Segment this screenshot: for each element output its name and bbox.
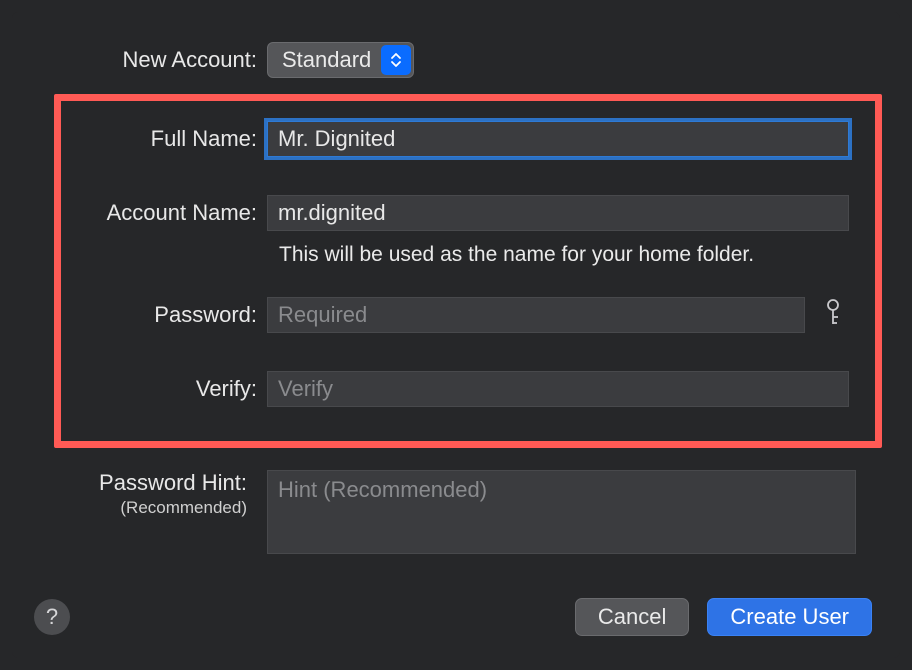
password-hint-label-wrap: Password Hint: (Recommended) [12,470,267,519]
password-label: Password: [61,302,267,328]
new-account-select[interactable]: Standard [267,42,414,78]
help-button[interactable]: ? [34,599,70,635]
new-account-select-wrap: Standard [267,42,414,78]
account-name-input[interactable] [267,195,849,231]
password-hint-row: Password Hint: (Recommended) [12,470,900,554]
account-name-helper: This will be used as the name for your h… [279,243,875,267]
password-input[interactable] [267,297,805,333]
full-name-label: Full Name: [61,126,267,152]
cancel-button[interactable]: Cancel [575,598,689,636]
full-name-input[interactable] [267,121,849,157]
password-hint-sublabel: (Recommended) [12,498,257,518]
password-hint-field-col [267,470,900,554]
verify-input[interactable] [267,371,849,407]
verify-row: Verify: [61,371,875,407]
dialog-footer: ? Cancel Create User [12,598,900,636]
password-row: Password: [61,297,875,333]
account-name-field-col [267,195,875,231]
password-hint-label: Password Hint: [12,470,257,496]
create-user-form: New Account: Standard Full Name: [12,12,900,554]
dialog-panel: New Account: Standard Full Name: [12,12,900,658]
key-icon[interactable] [823,298,843,332]
new-account-row: New Account: Standard [12,42,900,78]
account-name-row: Account Name: [61,195,875,231]
password-hint-input[interactable] [267,470,856,554]
new-account-field: Standard [267,42,900,78]
account-name-label: Account Name: [61,200,267,226]
create-user-button[interactable]: Create User [707,598,872,636]
verify-label: Verify: [61,376,267,402]
highlighted-section: Full Name: Account Name: This will be us… [54,94,882,448]
full-name-row: Full Name: [61,121,875,157]
password-field-col [267,297,875,333]
verify-field-col [267,371,875,407]
full-name-field-col [267,121,875,157]
new-account-label: New Account: [12,47,267,73]
